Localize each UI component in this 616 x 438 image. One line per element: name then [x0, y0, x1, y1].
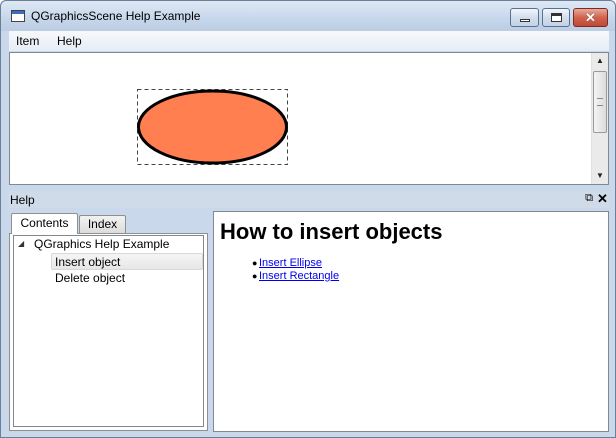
graphics-view[interactable]: ▲ ▼: [9, 52, 609, 185]
help-browser: How to insert objects ● Insert Ellipse ●…: [213, 211, 609, 432]
minimize-icon: [520, 19, 530, 22]
contents-tree: ◢ QGraphics Help Example Insert object D…: [13, 235, 204, 427]
tab-index[interactable]: Index: [79, 215, 126, 233]
dock-title: Help: [10, 193, 35, 207]
vertical-scrollbar[interactable]: ▲ ▼: [591, 53, 608, 184]
close-icon: ✕: [585, 10, 596, 25]
tab-contents[interactable]: Contents: [11, 213, 78, 234]
bullet-icon: ●: [252, 271, 258, 281]
window-title: QGraphicsScene Help Example: [31, 9, 201, 23]
link-insert-ellipse[interactable]: Insert Ellipse: [259, 257, 322, 269]
page-heading: How to insert objects: [220, 219, 443, 244]
menu-bar: Item Help: [9, 31, 609, 51]
contents-pane: ◢ QGraphics Help Example Insert object D…: [9, 233, 208, 431]
tree-item-root[interactable]: QGraphics Help Example: [34, 236, 169, 253]
tree-item-delete-object[interactable]: Delete object: [55, 270, 125, 287]
expand-arrow-icon[interactable]: ◢: [18, 239, 24, 248]
help-dock-titlebar[interactable]: Help ⧉ ✕: [9, 191, 609, 208]
scroll-up-icon[interactable]: ▲: [592, 53, 608, 69]
main-window: QGraphicsScene Help Example ✕ Item Help …: [0, 0, 616, 438]
scroll-thumb[interactable]: [593, 71, 607, 133]
maximize-button[interactable]: [542, 8, 570, 27]
maximize-icon: [551, 13, 562, 22]
close-button[interactable]: ✕: [573, 8, 608, 27]
link-insert-rectangle[interactable]: Insert Rectangle: [259, 270, 339, 282]
scene-canvas: [137, 89, 288, 165]
ellipse-item[interactable]: [137, 89, 288, 165]
float-icon[interactable]: ⧉: [582, 192, 596, 206]
bullet-icon: ●: [252, 258, 258, 268]
tree-item-insert-object[interactable]: Insert object: [51, 253, 203, 270]
scroll-down-icon[interactable]: ▼: [592, 168, 608, 184]
menu-item-item[interactable]: Item: [16, 34, 39, 48]
minimize-button[interactable]: [510, 8, 539, 27]
menu-item-help[interactable]: Help: [57, 34, 82, 48]
close-dock-icon[interactable]: ✕: [596, 191, 609, 206]
app-window-icon: [11, 10, 25, 22]
title-bar[interactable]: QGraphicsScene Help Example ✕: [1, 1, 615, 31]
